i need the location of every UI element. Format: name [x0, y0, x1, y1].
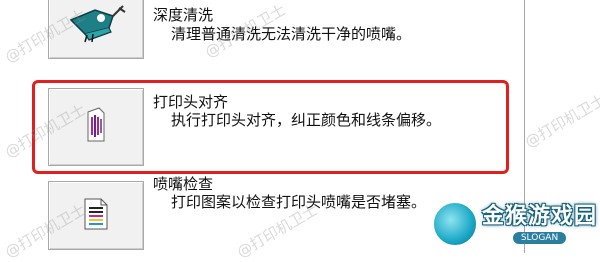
- watermark-text: @打印机卫士: [521, 90, 600, 152]
- nozzle-check-pattern-icon: [83, 197, 109, 235]
- nozzle-check-button[interactable]: [48, 181, 144, 250]
- deep-clean-button[interactable]: [48, 0, 144, 59]
- highlight-frame: [32, 80, 509, 174]
- nozzle-check-title: 喷嘴检查: [153, 175, 214, 193]
- brand-name: 金猴游戏园: [482, 204, 598, 229]
- deep-clean-description: 清理普通清洗无法清洗干净的喷嘴。: [171, 25, 412, 43]
- printhead-clean-icon: [65, 2, 127, 48]
- brand-watermark-logo: 金猴游戏园 SLOGAN: [432, 195, 600, 253]
- brand-slogan: SLOGAN: [512, 232, 567, 244]
- maintenance-panel: 深度清洗 清理普通清洗无法清洗干净的喷嘴。 打印头对齐 执行打印头对齐，纠正颜色…: [0, 0, 600, 261]
- deep-clean-title: 深度清洗: [153, 6, 214, 24]
- brand-logo-icon: [432, 201, 478, 247]
